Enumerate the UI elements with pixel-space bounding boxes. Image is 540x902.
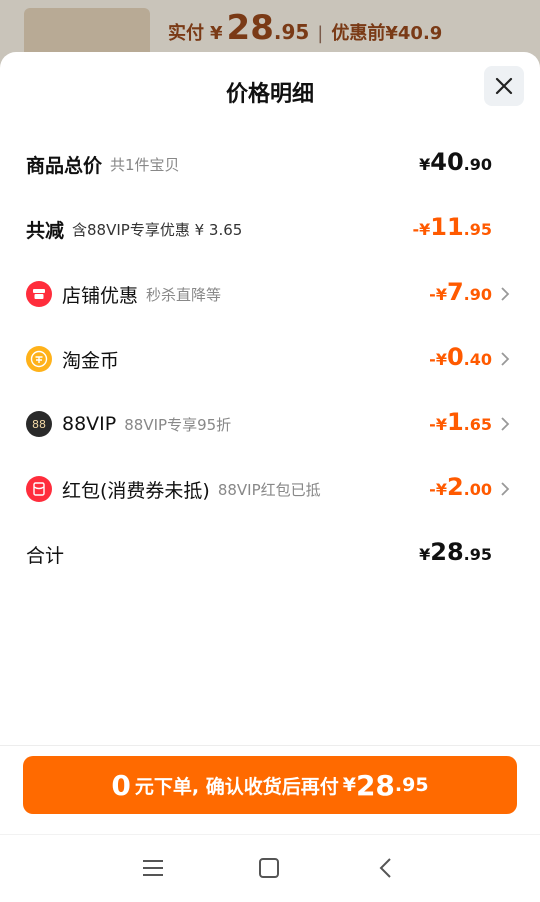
amount-yen: -¥ — [429, 285, 447, 304]
chevron-right-icon — [501, 482, 510, 496]
amount-int: 1 — [446, 408, 464, 436]
close-button[interactable] — [484, 66, 524, 106]
cta-text: 元下单, 确认收货后再付 — [134, 775, 339, 798]
sheet-title: 价格明细 — [225, 82, 314, 107]
row-sub: 含88VIP专享优惠 ¥ 3.65 — [72, 220, 243, 239]
row-amount: -¥ 2 .00 — [429, 473, 492, 501]
shop-icon — [26, 281, 52, 307]
red-packet-icon — [26, 476, 52, 502]
row-amount: -¥ 0 .40 — [429, 343, 492, 371]
chevron-right-icon — [501, 287, 510, 301]
cta-int: 28 — [355, 768, 395, 802]
chevron-right-icon — [501, 417, 510, 431]
row-label: 红包(消费券未抵) — [62, 479, 210, 502]
row-red-packet[interactable]: 红包(消费券未抵) 88VIP红包已抵 -¥ 2 .00 — [0, 469, 540, 509]
before-label: 优惠前 — [331, 23, 386, 44]
row-label: 88VIP — [62, 413, 117, 435]
before-price: ¥40.9 — [385, 23, 443, 44]
row-label: 共减 — [26, 219, 65, 242]
amount-int: 7 — [446, 278, 464, 306]
coin-icon — [26, 346, 52, 372]
amount-dec: .95 — [463, 220, 492, 239]
row-taojinbi[interactable]: 淘金币 -¥ 0 .40 — [0, 339, 540, 379]
row-total-discount: 共减 含88VIP专享优惠 ¥ 3.65 -¥ 11 .95 — [0, 209, 540, 249]
amount-yen: -¥ — [412, 220, 431, 239]
row-grand-total: 合计 ¥ 28 .95 — [0, 534, 540, 574]
paid-int: 28 — [226, 8, 274, 48]
amount-dec: .95 — [463, 545, 492, 564]
row-amount: ¥ 40 .90 — [419, 148, 492, 176]
amount-yen: -¥ — [429, 415, 447, 434]
row-shop-discount[interactable]: 店铺优惠 秒杀直降等 -¥ 7 .90 — [0, 274, 540, 314]
cta-yen: ¥ — [342, 774, 356, 796]
amount-yen: ¥ — [419, 545, 431, 564]
svg-text:88: 88 — [32, 418, 46, 431]
amount-int: 0 — [446, 343, 464, 371]
row-label: 淘金币 — [62, 349, 120, 372]
amount-int: 28 — [430, 538, 464, 566]
vip-88-icon: 88 — [26, 411, 52, 437]
amount-yen: ¥ — [419, 155, 431, 174]
cta-zero: 0 — [111, 768, 131, 802]
amount-int: 40 — [430, 148, 464, 176]
amount-int: 2 — [446, 473, 464, 501]
row-sub: 88VIP红包已抵 — [217, 480, 321, 499]
row-amount: -¥ 1 .65 — [429, 408, 492, 436]
background-price: 实付 ¥ 28 .95 | 优惠前 ¥40.9 — [168, 8, 442, 48]
paid-label: 实付 — [168, 23, 204, 44]
row-label: 合计 — [26, 544, 65, 567]
row-label: 商品总价 — [26, 154, 103, 177]
paid-dec: .95 — [273, 20, 310, 44]
amount-yen: -¥ — [429, 480, 447, 499]
system-navbar — [0, 834, 540, 902]
amount-dec: .40 — [463, 350, 492, 369]
row-amount: -¥ 11 .95 — [412, 213, 492, 241]
amount-yen: -¥ — [429, 350, 447, 369]
row-goods-total: 商品总价 共1件宝贝 ¥ 40 .90 — [0, 144, 540, 184]
paid-yen: ¥ — [210, 23, 223, 44]
amount-dec: .90 — [463, 285, 492, 304]
row-sub: 88VIP专享95折 — [124, 415, 232, 434]
amount-dec: .00 — [463, 480, 492, 499]
price-detail-sheet: 价格明细 商品总价 共1件宝贝 ¥ 40 .90 共减 含88VIP专享优惠 ¥… — [0, 52, 540, 902]
row-sub: 秒杀直降等 — [146, 285, 222, 304]
cta-dec: .95 — [394, 774, 429, 796]
row-sub: 共1件宝贝 — [110, 155, 180, 174]
menu-icon[interactable] — [138, 853, 168, 883]
chevron-right-icon — [501, 352, 510, 366]
place-order-button[interactable]: 0 元下单, 确认收货后再付 ¥ 28 .95 — [23, 756, 517, 814]
row-amount: ¥ 28 .95 — [419, 538, 492, 566]
price-separator: | — [317, 23, 324, 44]
row-amount: -¥ 7 .90 — [429, 278, 492, 306]
close-icon — [495, 77, 513, 95]
back-icon[interactable] — [370, 853, 400, 883]
amount-dec: .90 — [463, 155, 492, 174]
amount-int: 11 — [430, 213, 464, 241]
row-label: 店铺优惠 — [62, 284, 139, 307]
home-icon[interactable] — [254, 853, 284, 883]
amount-dec: .65 — [463, 415, 492, 434]
footer-divider — [0, 745, 540, 746]
row-88vip[interactable]: 88 88VIP 88VIP专享95折 -¥ 1 .65 — [0, 404, 540, 444]
